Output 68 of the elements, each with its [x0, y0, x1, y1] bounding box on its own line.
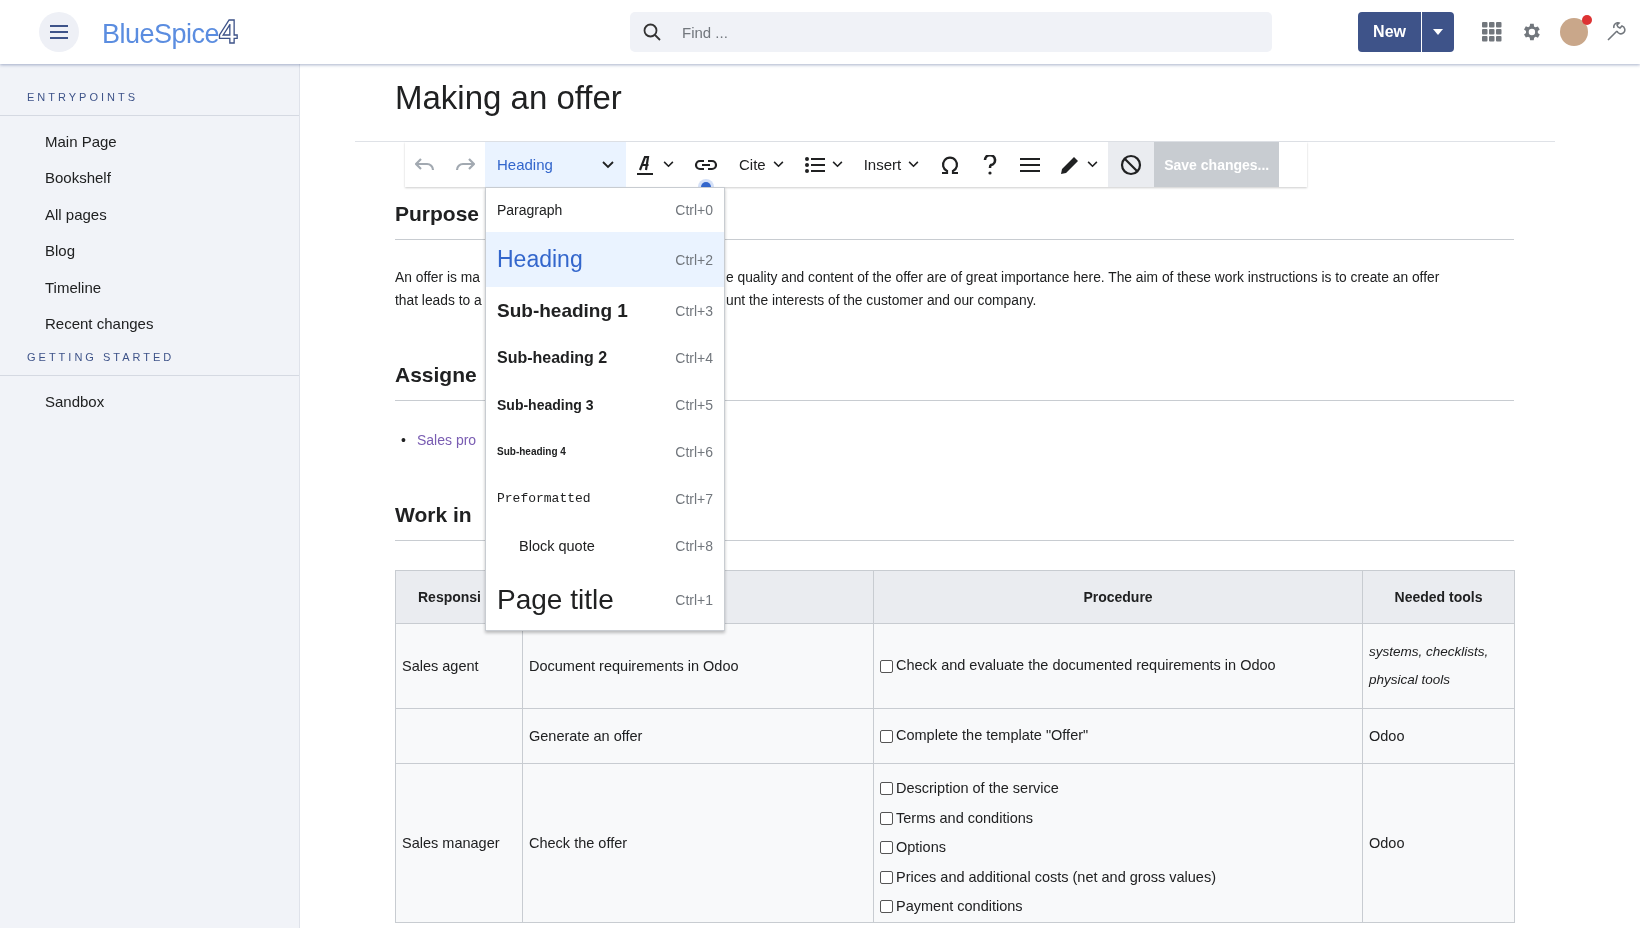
- menu-icon: [50, 25, 68, 39]
- cancel-icon: [1120, 153, 1143, 176]
- menu-icon: [1020, 156, 1041, 173]
- help-icon: [983, 154, 998, 175]
- table-cell: Document requirements in Odoo: [529, 658, 739, 674]
- sidebar-item[interactable]: Sandbox: [0, 392, 105, 410]
- undo-icon: [415, 157, 435, 172]
- paragraph-text: unt the interests of the customer and our company.: [726, 292, 1037, 310]
- table-cell: Check the offer: [529, 834, 628, 851]
- bullet: •: [401, 431, 407, 450]
- bullet-list-icon: [804, 156, 825, 173]
- link-icon: [694, 157, 718, 172]
- sidebar-item[interactable]: Timeline: [0, 278, 102, 296]
- pencil-icon: [1060, 154, 1081, 175]
- table-cell: Generate an offer: [529, 728, 643, 744]
- menu-button[interactable]: [39, 12, 79, 52]
- format-option[interactable]: Sub-heading 1 Ctrl+3: [486, 287, 724, 334]
- sidebar-item[interactable]: Main Page: [0, 132, 117, 150]
- checklist-text: Complete the template "Offer": [896, 726, 1089, 746]
- checklist-text: Check and evaluate the documented requirements in Odoo: [896, 656, 1276, 676]
- checkbox[interactable]: [880, 841, 893, 855]
- table-cell-text: Odoo: [1369, 727, 1406, 746]
- paragraph-text: An offer is ma: [395, 269, 481, 287]
- grid-icon[interactable]: [1482, 22, 1502, 42]
- paragraph-text: e quality and content of the offer are of great importance here. The aim of these work instructions is to create an offer: [726, 269, 1440, 287]
- sidebar-section-title: GETTING STARTED: [0, 351, 299, 376]
- page-link[interactable]: Sales pro: [417, 432, 477, 448]
- format-option[interactable]: Paragraph Ctrl+0: [486, 188, 724, 232]
- new-button[interactable]: New: [1358, 12, 1421, 52]
- checkbox[interactable]: [880, 782, 893, 796]
- cancel-button[interactable]: [1108, 142, 1155, 187]
- checklist-text: Prices and additional costs (net and gross values): [896, 867, 1216, 887]
- logo[interactable]: BlueSpice4: [102, 13, 237, 51]
- checklist-text: Description of the service: [896, 779, 1059, 798]
- sidebar-item[interactable]: All pages: [0, 205, 107, 223]
- checklist-text: Payment conditions: [896, 897, 1023, 916]
- paragraph-text: that leads to a: [395, 292, 483, 310]
- caret-icon: [1433, 29, 1443, 35]
- table-cell: Sales agent: [402, 658, 479, 674]
- omega-icon: [940, 154, 961, 175]
- checkbox[interactable]: [880, 659, 893, 673]
- chevron-icon: [602, 160, 614, 169]
- sidebar-item[interactable]: Bookshelf: [0, 169, 111, 187]
- table-cell-text: systems, checklists, physical tools: [1369, 643, 1490, 689]
- format-option[interactable]: Sub-heading 4 Ctrl+6: [486, 428, 724, 475]
- sidebar-item[interactable]: Recent changes: [0, 315, 154, 333]
- page-title: Making an offer: [395, 78, 623, 118]
- redo-icon: [455, 157, 475, 172]
- checkbox[interactable]: [880, 729, 893, 743]
- checkbox[interactable]: [880, 870, 893, 884]
- toolbar-menu-button[interactable]: Cite: [728, 142, 795, 187]
- wrench-icon[interactable]: [1606, 22, 1626, 42]
- checkbox[interactable]: [880, 900, 893, 914]
- new-menu-button[interactable]: [1421, 12, 1454, 52]
- text-style-icon: [636, 154, 656, 175]
- checkbox[interactable]: [880, 811, 893, 825]
- column-header: Needed tools: [1362, 570, 1515, 624]
- format-option[interactable]: Heading Ctrl+2: [486, 232, 724, 287]
- column-header: Procedure: [873, 570, 1363, 624]
- checklist-text: Options: [896, 838, 946, 857]
- table-cell: Sales manager: [402, 834, 500, 851]
- checklist-text: Terms and conditions: [896, 808, 1033, 828]
- toolbar-menu-button[interactable]: Insert: [852, 142, 931, 187]
- format-dropdown[interactable]: Heading: [485, 142, 626, 187]
- sidebar-item[interactable]: Blog: [0, 242, 76, 260]
- search-field[interactable]: Find ...: [630, 12, 1272, 52]
- table-cell-text: Odoo: [1369, 833, 1406, 853]
- sidebar-section-title: ENTRYPOINTS: [0, 91, 299, 116]
